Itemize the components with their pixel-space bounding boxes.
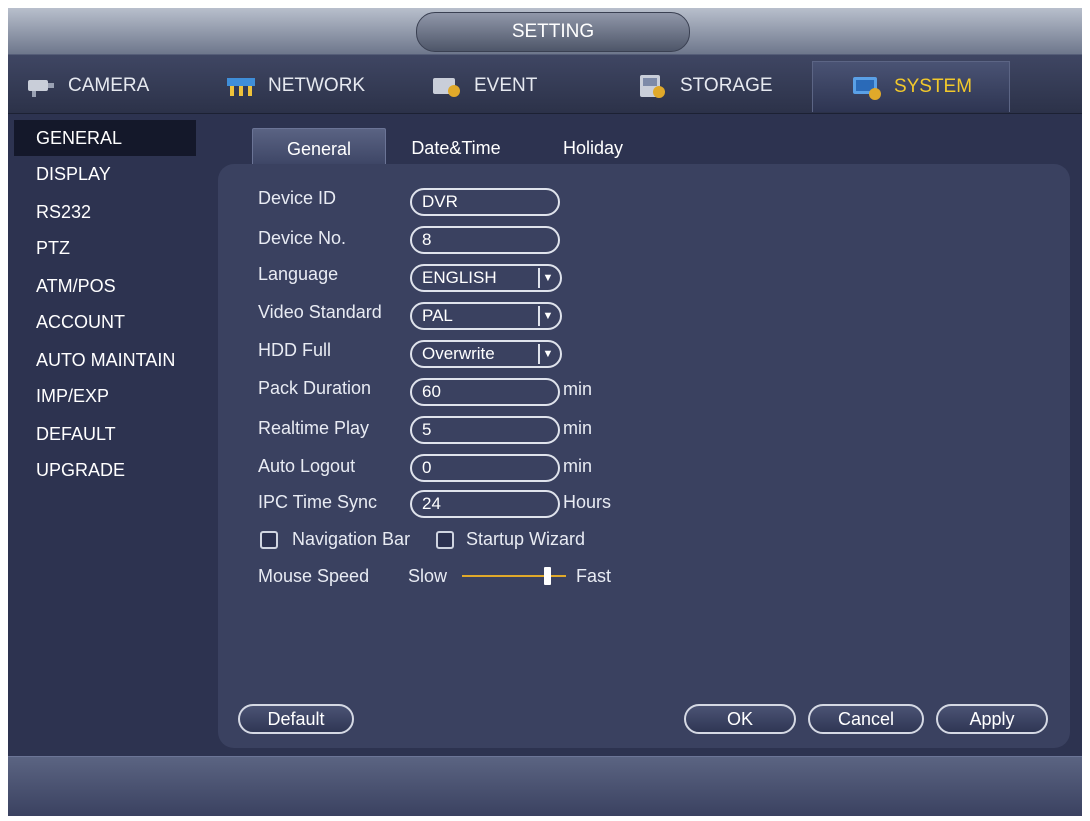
sidebar-item-imp-exp[interactable]: IMP/EXP — [14, 378, 196, 414]
ipc-time-sync-label: IPC Time Sync — [258, 492, 378, 512]
mouse-speed-slider[interactable] — [462, 564, 566, 588]
auto-logout-field[interactable]: 0 — [410, 454, 560, 482]
chevron-down-icon: ▼ — [538, 268, 556, 288]
tab-date-time[interactable]: Date&Time — [396, 128, 516, 168]
system-icon — [850, 73, 884, 101]
apply-button[interactable]: Apply — [936, 704, 1048, 734]
video-standard-label: Video Standard — [258, 302, 382, 322]
network-icon — [224, 72, 258, 100]
chevron-down-icon: ▼ — [538, 344, 556, 364]
device-no-field[interactable]: 8 — [410, 226, 560, 254]
footer-bar — [8, 756, 1082, 816]
tab-camera[interactable]: CAMERA — [24, 61, 149, 111]
sidebar-item-display[interactable]: DISPLAY — [14, 156, 196, 192]
tab-network-label: NETWORK — [268, 75, 366, 96]
ipc-time-sync-unit: Hours — [563, 492, 612, 512]
video-standard-value: PAL — [422, 306, 453, 325]
window-title: SETTING — [416, 12, 690, 52]
navigation-bar-label: Navigation Bar — [292, 529, 411, 549]
startup-wizard-checkbox[interactable] — [436, 531, 454, 549]
event-icon — [430, 72, 464, 100]
tab-event[interactable]: EVENT — [430, 61, 537, 111]
realtime-play-field[interactable]: 5 — [410, 416, 560, 444]
device-id-label: Device ID — [258, 188, 337, 208]
sidebar-item-upgrade[interactable]: UPGRADE — [14, 452, 196, 488]
ipc-time-sync-field[interactable]: 24 — [410, 490, 560, 518]
realtime-play-unit: min — [563, 418, 593, 438]
realtime-play-label: Realtime Play — [258, 418, 370, 438]
ok-button[interactable]: OK — [684, 704, 796, 734]
pack-duration-field[interactable]: 60 — [410, 378, 560, 406]
tab-storage[interactable]: STORAGE — [636, 61, 773, 111]
main-tab-bar: CAMERA NETWORK EVENT STORAGE SYSTEM — [8, 54, 1082, 114]
tab-system[interactable]: SYSTEM — [812, 61, 1010, 112]
video-standard-select[interactable]: PAL ▼ — [410, 302, 562, 330]
tab-system-label: SYSTEM — [893, 76, 973, 97]
hdd-full-label: HDD Full — [258, 340, 332, 360]
navigation-bar-checkbox[interactable] — [260, 531, 278, 549]
sidebar-item-rs232[interactable]: RS232 — [14, 194, 196, 230]
default-button[interactable]: Default — [238, 704, 354, 734]
tab-network[interactable]: NETWORK — [224, 61, 365, 111]
pack-duration-unit: min — [563, 379, 593, 399]
hdd-full-select[interactable]: Overwrite ▼ — [410, 340, 562, 368]
hdd-full-value: Overwrite — [422, 344, 495, 363]
tab-general[interactable]: General — [252, 128, 386, 169]
chevron-down-icon: ▼ — [538, 306, 556, 326]
tab-event-label: EVENT — [474, 75, 538, 96]
mouse-speed-slow-label: Slow — [408, 566, 448, 586]
mouse-speed-label: Mouse Speed — [258, 566, 370, 586]
device-id-field[interactable]: DVR — [410, 188, 560, 216]
language-label: Language — [258, 264, 339, 284]
language-value: ENGLISH — [422, 268, 497, 287]
title-bar: SETTING — [8, 8, 1082, 54]
tab-storage-label: STORAGE — [680, 75, 773, 96]
sidebar-item-ptz[interactable]: PTZ — [14, 230, 196, 266]
sidebar-item-account[interactable]: ACCOUNT — [14, 304, 196, 340]
slider-handle[interactable] — [544, 567, 551, 585]
sidebar-item-atm-pos[interactable]: ATM/POS — [14, 268, 196, 304]
mouse-speed-fast-label: Fast — [576, 566, 612, 586]
camera-icon — [24, 72, 58, 100]
cancel-button[interactable]: Cancel — [808, 704, 924, 734]
sidebar-item-auto-maintain[interactable]: AUTO MAINTAIN — [14, 342, 196, 378]
pack-duration-label: Pack Duration — [258, 378, 372, 398]
device-no-label: Device No. — [258, 228, 347, 248]
auto-logout-label: Auto Logout — [258, 456, 356, 476]
sidebar-item-default[interactable]: DEFAULT — [14, 416, 196, 452]
startup-wizard-label: Startup Wizard — [466, 529, 586, 549]
sidebar-item-general[interactable]: GENERAL — [14, 120, 196, 156]
storage-icon — [636, 72, 670, 100]
language-select[interactable]: ENGLISH ▼ — [410, 264, 562, 292]
auto-logout-unit: min — [563, 456, 593, 476]
tab-holiday[interactable]: Holiday — [548, 128, 638, 168]
settings-window: SETTING CAMERA NETWORK EVENT STORAGE SYS… — [8, 8, 1082, 816]
tab-camera-label: CAMERA — [68, 75, 150, 96]
